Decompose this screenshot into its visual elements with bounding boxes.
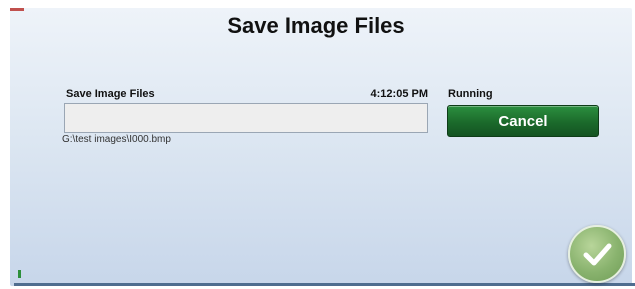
current-file-path: G:\test images\I000.bmp xyxy=(62,134,171,145)
progress-label: Save Image Files xyxy=(66,88,155,100)
ok-button[interactable] xyxy=(568,225,626,283)
status-label: Running xyxy=(448,88,493,100)
save-image-files-dialog xyxy=(10,8,635,286)
bottom-accent-bar xyxy=(14,283,635,286)
dialog-title: Save Image Files xyxy=(227,13,405,38)
checkmark-icon xyxy=(583,243,612,266)
cancel-button[interactable]: Cancel xyxy=(447,105,599,137)
top-accent-bar xyxy=(10,8,24,11)
progress-bar xyxy=(64,103,428,133)
progress-time: 4:12:05 PM xyxy=(370,88,428,100)
left-accent-mark xyxy=(18,270,21,278)
